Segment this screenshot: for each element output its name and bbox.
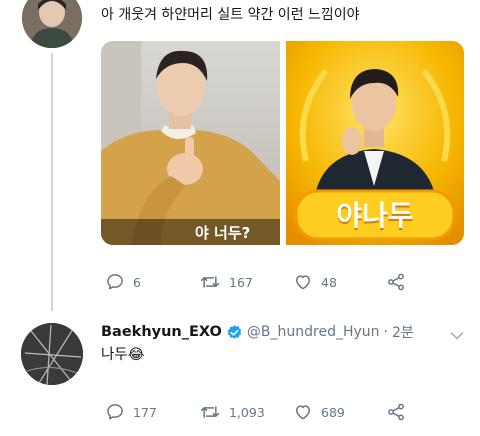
- reply-button[interactable]: 6: [105, 272, 141, 292]
- share-icon: [388, 403, 404, 421]
- like-icon: [296, 275, 310, 290]
- timestamp[interactable]: 2분: [392, 322, 414, 342]
- like-button[interactable]: 689: [293, 402, 345, 422]
- tweet-text: 나두😂: [101, 347, 145, 363]
- chevron-down-icon: [450, 332, 464, 340]
- reply-count: 6: [133, 274, 141, 290]
- image-caption: 야 너두?: [195, 224, 251, 242]
- verified-badge-icon: [227, 324, 242, 339]
- image-photo-man-pointing: [101, 41, 280, 245]
- share-icon: [388, 273, 404, 291]
- share-button[interactable]: [386, 272, 406, 292]
- thread-line: [51, 53, 53, 311]
- retweet-button[interactable]: 167: [199, 272, 253, 292]
- brand-logo-text: 야나두: [336, 199, 414, 232]
- display-name[interactable]: Baekhyun_EXO: [101, 324, 222, 340]
- tweet-header: Baekhyun_EXO @B_hundred_Hyun · 2분: [101, 322, 414, 342]
- retweet-count: 167: [229, 274, 253, 290]
- reply-button[interactable]: 177: [105, 402, 157, 422]
- retweet-button[interactable]: 1,093: [199, 402, 265, 422]
- share-button[interactable]: [386, 402, 406, 422]
- like-count: 689: [321, 404, 345, 420]
- like-count: 48: [321, 274, 337, 290]
- more-options-button[interactable]: [450, 326, 464, 345]
- reply-count: 177: [133, 404, 157, 420]
- handle[interactable]: @B_hundred_Hyun: [247, 324, 380, 340]
- retweet-count: 1,093: [229, 404, 265, 420]
- reply-icon: [107, 274, 123, 290]
- tweet-image-2[interactable]: 야나두: [286, 41, 464, 245]
- tweet-text: 아 개웃겨 하얀머리 실트 약간 이런 느낌이야: [101, 7, 360, 23]
- tweet-image-1[interactable]: 야 너두?: [101, 41, 280, 245]
- avatar-photo: [22, 0, 82, 48]
- retweet-icon: [200, 276, 220, 288]
- reply-icon: [107, 404, 123, 420]
- avatar[interactable]: [22, 0, 82, 48]
- avatar[interactable]: [21, 323, 83, 385]
- avatar-photo: [21, 323, 83, 385]
- separator: ·: [383, 324, 388, 340]
- retweet-icon: [200, 406, 220, 418]
- like-button[interactable]: 48: [293, 272, 337, 292]
- like-icon: [296, 405, 310, 420]
